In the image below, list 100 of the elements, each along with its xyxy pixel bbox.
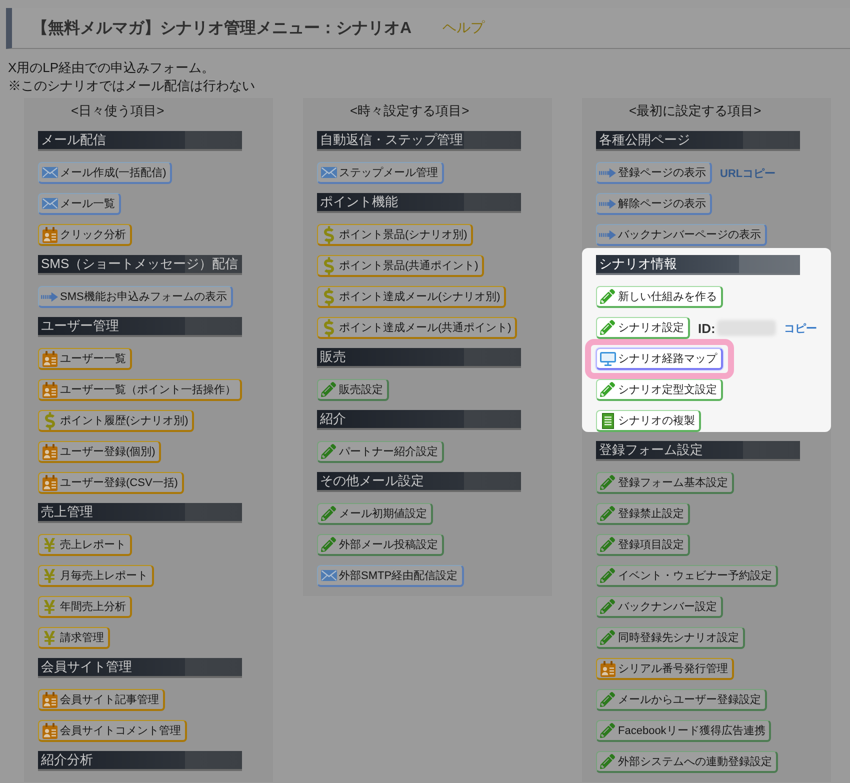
pencil-icon xyxy=(321,382,336,397)
contact-card-icon xyxy=(42,444,58,460)
yen-icon xyxy=(43,598,56,614)
contact-card-icon xyxy=(42,350,58,366)
page-title: 【無料メルマガ】シナリオ管理メニュー：シナリオA xyxy=(32,18,412,38)
yen-icon xyxy=(43,630,56,646)
copy-link[interactable]: コピー xyxy=(784,320,817,336)
menu-button[interactable]: 外部メール投稿設定 xyxy=(317,534,444,556)
menu-button[interactable]: ポイント景品(共通ポイント) xyxy=(317,255,484,277)
pencil-icon xyxy=(600,754,615,769)
section-header: 販売 xyxy=(317,348,521,368)
pencil-icon xyxy=(600,289,615,304)
column-label: <日々使う項目> xyxy=(70,102,166,120)
section-header: その他メール設定 xyxy=(317,472,521,492)
dollar-icon xyxy=(324,256,334,274)
menu-button[interactable]: 登録ページの表示 xyxy=(596,162,712,184)
pencil-icon xyxy=(600,320,615,335)
menu-button[interactable]: シリアル番号発行管理 xyxy=(596,658,734,680)
menu-button[interactable]: シナリオ経路マップ xyxy=(596,348,723,370)
document-icon xyxy=(602,412,614,428)
menu-button[interactable]: メール作成(一括配信) xyxy=(38,162,172,184)
pencil-icon xyxy=(600,537,615,552)
column-label: <時々設定する項目> xyxy=(349,102,470,120)
menu-button[interactable]: ユーザー一覧（ポイント一括操作） xyxy=(38,379,242,401)
menu-button[interactable]: ポイント達成メール(シナリオ別) xyxy=(317,286,506,308)
menu-button[interactable]: ポイント達成メール(共通ポイント) xyxy=(317,317,518,339)
contact-card-icon xyxy=(600,660,616,676)
menu-button[interactable]: 請求管理 xyxy=(38,627,110,649)
pencil-icon xyxy=(600,506,615,521)
envelope-icon xyxy=(42,198,58,209)
section-header: 紹介 xyxy=(317,410,521,430)
pencil-icon xyxy=(600,723,615,738)
menu-button[interactable]: メール初期値設定 xyxy=(317,503,433,525)
contact-card-icon xyxy=(42,226,58,242)
pencil-icon xyxy=(600,475,615,490)
section-header: 自動返信・ステップ管理 xyxy=(317,131,521,151)
arrow-icon xyxy=(599,230,616,240)
menu-button[interactable]: 外部システムへの連動登録設定 xyxy=(596,751,778,773)
section-header: 登録フォーム設定 xyxy=(596,441,800,461)
menu-button[interactable]: 販売設定 xyxy=(317,379,389,401)
contact-card-icon xyxy=(42,474,58,490)
monitor-icon xyxy=(600,352,616,366)
envelope-icon xyxy=(320,167,336,178)
pencil-icon xyxy=(600,599,615,614)
menu-button[interactable]: メール一覧 xyxy=(38,193,121,215)
contact-card-icon xyxy=(42,692,58,708)
section-header: 売上管理 xyxy=(38,503,242,523)
menu-button[interactable]: 月毎売上レポート xyxy=(38,565,154,587)
menu-button[interactable]: Facebookリード獲得広告連携 xyxy=(596,720,772,742)
pencil-icon xyxy=(321,537,336,552)
menu-button[interactable]: ポイント履歴(シナリオ別) xyxy=(38,410,194,432)
menu-button[interactable]: ユーザー登録(CSV一括) xyxy=(38,472,184,494)
menu-button[interactable]: SMS機能お申込みフォームの表示 xyxy=(38,286,233,308)
menu-button[interactable]: 登録フォーム基本設定 xyxy=(596,472,734,494)
menu-button[interactable]: バックナンバーページの表示 xyxy=(596,224,767,246)
envelope-icon xyxy=(320,570,336,581)
menu-button[interactable]: クリック分析 xyxy=(38,224,132,246)
menu-button[interactable]: シナリオ定型文設定 xyxy=(596,379,723,401)
contact-card-icon xyxy=(42,722,58,738)
section-header: 各種公開ページ xyxy=(596,131,800,151)
section-header: ユーザー管理 xyxy=(38,317,242,337)
dollar-icon xyxy=(324,318,334,336)
menu-button[interactable]: 登録禁止設定 xyxy=(596,503,690,525)
dollar-icon xyxy=(324,226,334,244)
section-header: 紹介分析 xyxy=(38,751,242,771)
description-text: X用のLP経由での申込みフォーム。 xyxy=(8,59,216,77)
pencil-icon xyxy=(321,444,336,459)
pencil-icon xyxy=(600,692,615,707)
menu-button[interactable]: 登録項目設定 xyxy=(596,534,690,556)
pencil-icon xyxy=(600,630,615,645)
menu-button[interactable]: 新しい仕組みを作る xyxy=(596,286,723,308)
arrow-icon xyxy=(599,168,616,178)
description-text: ※このシナリオではメール配信は行わない xyxy=(8,77,256,95)
id-label: ID: xyxy=(698,320,716,336)
menu-button[interactable]: 同時登録先シナリオ設定 xyxy=(596,627,745,649)
menu-button[interactable]: 売上レポート xyxy=(38,534,132,556)
menu-button[interactable]: バックナンバー設定 xyxy=(596,596,723,618)
menu-button[interactable]: ポイント景品(シナリオ別) xyxy=(317,224,474,246)
menu-button[interactable]: 会員サイトコメント管理 xyxy=(38,720,187,742)
menu-button[interactable]: 会員サイト記事管理 xyxy=(38,689,165,711)
menu-button[interactable]: 解除ページの表示 xyxy=(596,193,712,215)
arrow-icon xyxy=(41,292,58,302)
menu-button[interactable]: シナリオの複製 xyxy=(596,410,701,432)
menu-button[interactable]: イベント・ウェビナー予約設定 xyxy=(596,565,778,587)
menu-button[interactable]: シナリオ設定 xyxy=(596,317,690,339)
contact-card-icon xyxy=(42,382,58,398)
menu-button[interactable]: パートナー紹介設定 xyxy=(317,441,444,463)
column-label: <最初に設定する項目> xyxy=(628,102,762,120)
menu-button[interactable]: ユーザー一覧 xyxy=(38,348,132,370)
arrow-icon xyxy=(599,198,616,208)
menu-button[interactable]: 年間売上分析 xyxy=(38,596,132,618)
menu-button[interactable]: メールからユーザー登録設定 xyxy=(596,689,767,711)
yen-icon xyxy=(43,536,56,552)
section-header: ポイント機能 xyxy=(317,193,521,213)
dollar-icon xyxy=(324,288,334,306)
menu-button[interactable]: 外部SMTP経由配信設定 xyxy=(317,565,464,587)
yen-icon xyxy=(43,568,56,584)
menu-button[interactable]: ステップメール管理 xyxy=(317,162,444,184)
menu-button[interactable]: ユーザー登録(個別) xyxy=(38,441,162,463)
pencil-icon xyxy=(321,506,336,521)
